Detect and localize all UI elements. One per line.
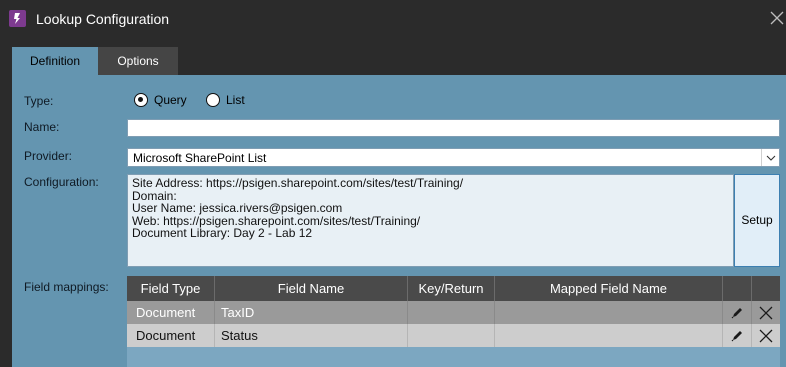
definition-panel: Type: Query List Name: Provider: Microso… <box>12 75 786 367</box>
pencil-icon <box>731 331 742 342</box>
cell-field-type[interactable]: Document <box>127 301 215 324</box>
delete-row-button[interactable] <box>752 324 780 347</box>
column-header-field-type[interactable]: Field Type <box>127 276 215 301</box>
provider-label: Provider: <box>24 149 73 163</box>
provider-select[interactable]: Microsoft SharePoint List <box>127 148 780 167</box>
radio-unchecked-icon[interactable] <box>206 93 220 107</box>
configuration-box: Site Address: https://psigen.sharepoint.… <box>127 174 734 267</box>
delete-x-icon <box>759 329 773 343</box>
name-label: Name: <box>24 120 60 134</box>
setup-button[interactable]: Setup <box>734 174 780 267</box>
title-bar: Lookup Configuration <box>0 0 786 37</box>
type-label: Type: <box>24 94 54 108</box>
column-header-mapped-field-name[interactable]: Mapped Field Name <box>495 276 723 301</box>
psigen-logo-icon <box>9 10 26 27</box>
delete-row-button[interactable] <box>752 301 780 324</box>
column-header-field-name[interactable]: Field Name <box>215 276 408 301</box>
table-row[interactable]: Document TaxID <box>127 301 780 324</box>
edit-row-button[interactable] <box>723 301 752 324</box>
window-title: Lookup Configuration <box>36 11 170 27</box>
configuration-label: Configuration: <box>24 175 99 189</box>
type-list-radio[interactable]: List <box>206 93 256 109</box>
cell-key-return[interactable] <box>408 301 495 324</box>
chevron-down-icon[interactable] <box>761 149 779 166</box>
name-input[interactable] <box>127 119 780 137</box>
cell-field-type[interactable]: Document <box>127 324 215 347</box>
table-row[interactable]: Document Status <box>127 324 780 347</box>
delete-x-icon <box>759 306 773 320</box>
close-icon[interactable] <box>768 9 786 27</box>
column-header-key-return[interactable]: Key/Return <box>408 276 495 301</box>
grid-header: Field Type Field Name Key/Return Mapped … <box>127 276 780 301</box>
field-mappings-label: Field mappings: <box>24 280 109 294</box>
cell-mapped-field-name[interactable] <box>495 301 723 324</box>
pencil-icon <box>731 308 742 319</box>
edit-row-button[interactable] <box>723 324 752 347</box>
cell-key-return[interactable] <box>408 324 495 347</box>
provider-value: Microsoft SharePoint List <box>133 151 267 165</box>
config-site-address: Site Address: https://psigen.sharepoint.… <box>132 176 464 190</box>
tab-bar: Definition Options <box>0 37 786 75</box>
type-query-radio[interactable]: Query <box>134 93 200 109</box>
cell-mapped-field-name[interactable] <box>495 324 723 347</box>
column-header-edit <box>723 276 752 301</box>
tab-definition[interactable]: Definition <box>12 47 98 75</box>
cell-field-name[interactable]: Status <box>215 324 408 347</box>
tab-options[interactable]: Options <box>98 47 178 75</box>
type-query-label: Query <box>154 93 187 107</box>
field-mappings-grid: Field Type Field Name Key/Return Mapped … <box>127 276 780 367</box>
column-header-delete <box>752 276 780 301</box>
cell-field-name[interactable]: TaxID <box>215 301 408 324</box>
radio-checked-icon[interactable] <box>134 93 148 107</box>
config-document-library: Document Library: Day 2 - Lab 12 <box>132 226 313 240</box>
type-list-label: List <box>226 93 245 107</box>
config-user-name: User Name: jessica.rivers@psigen.com <box>132 201 343 215</box>
